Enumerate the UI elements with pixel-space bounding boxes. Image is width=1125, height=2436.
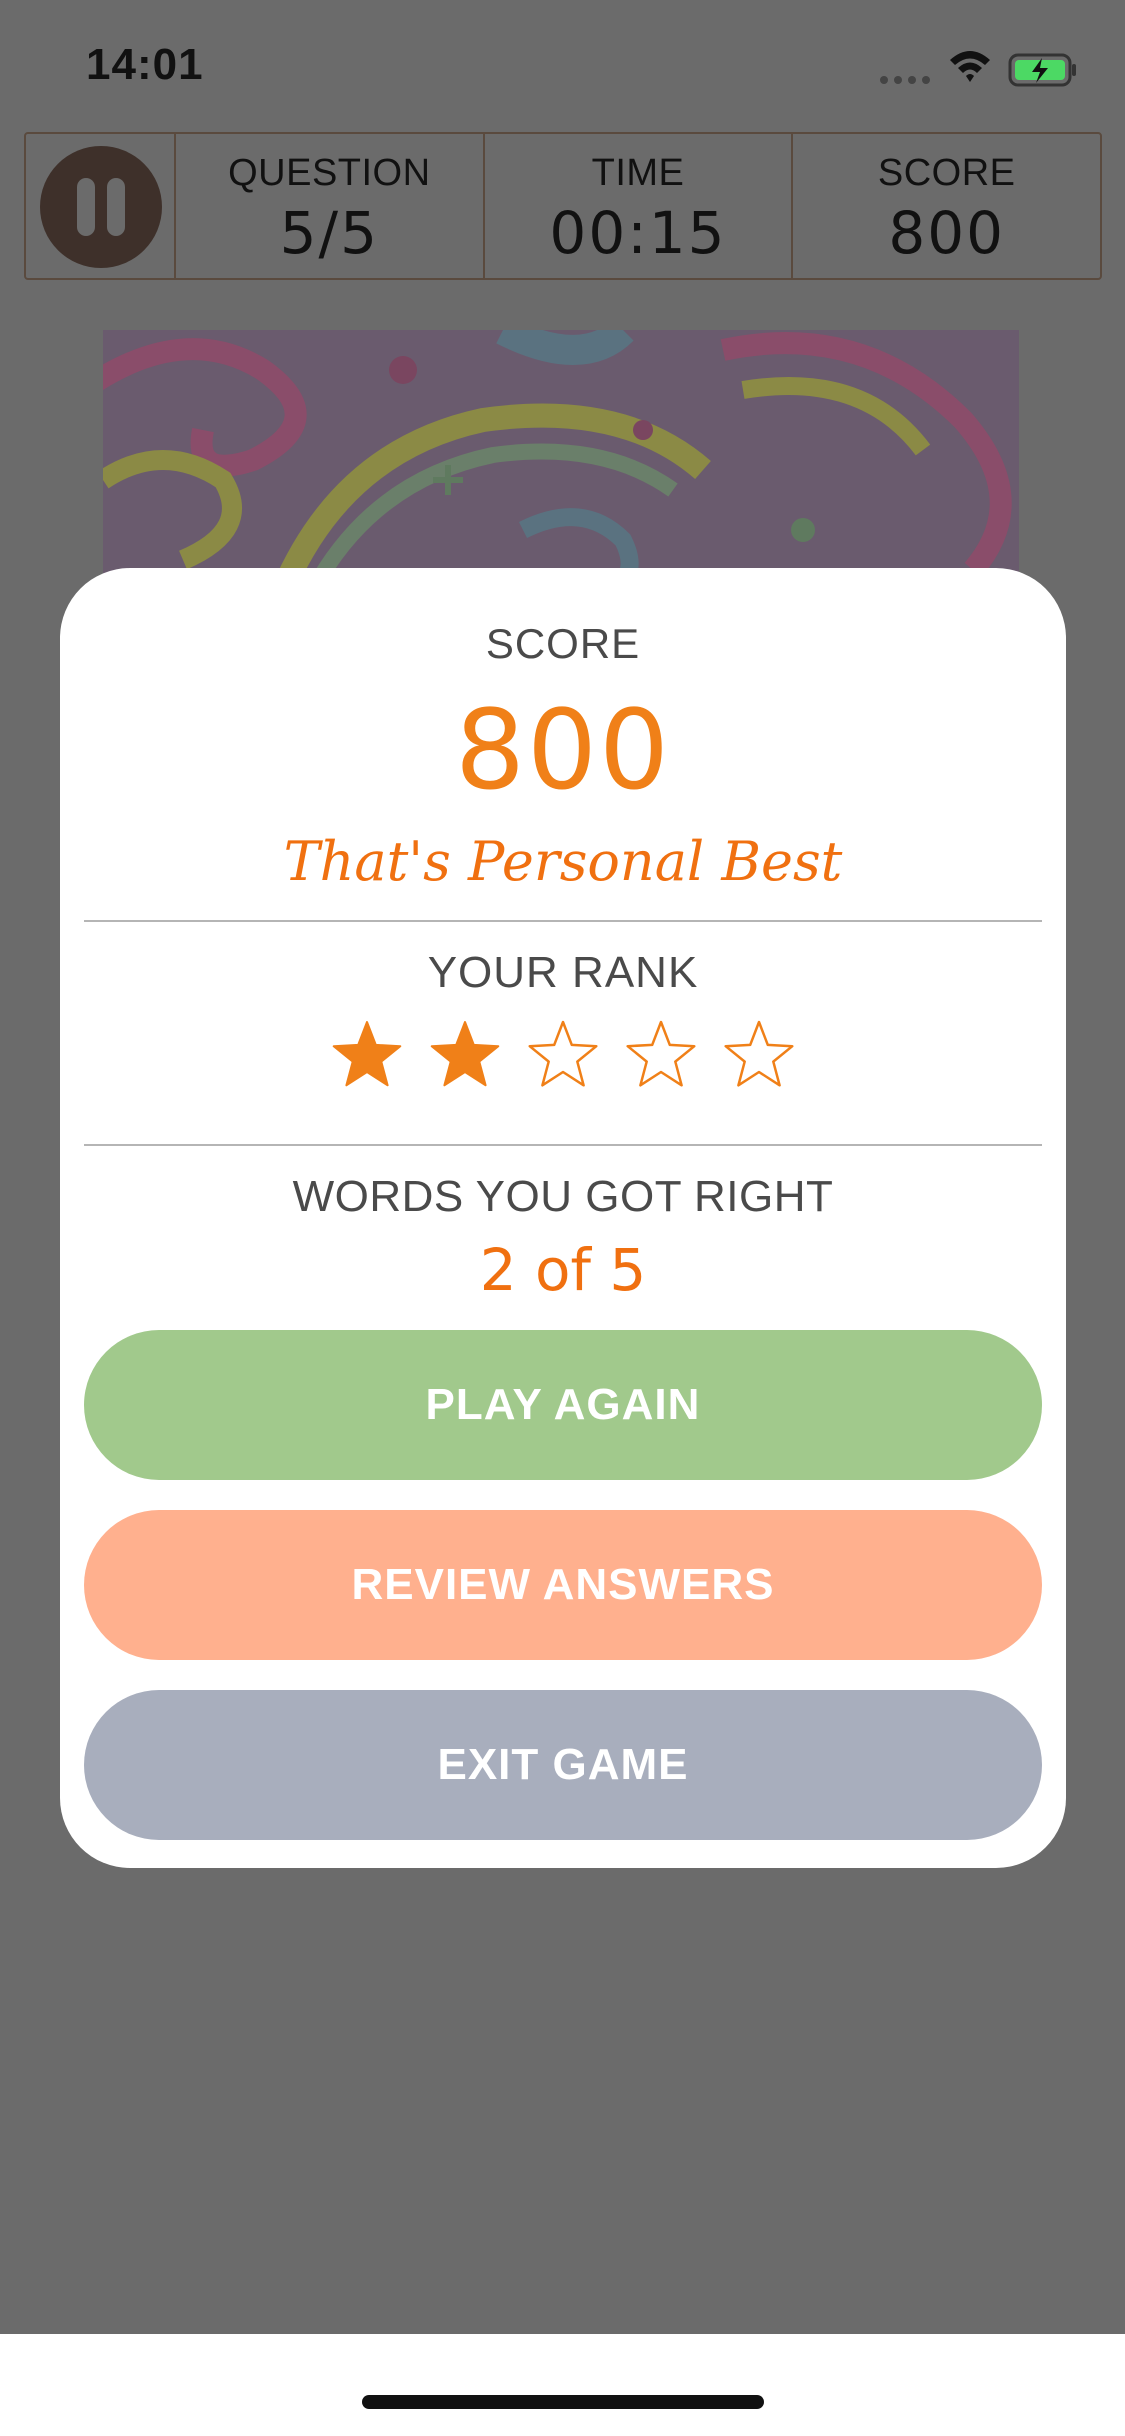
score-value: 800	[888, 199, 1006, 267]
time-value: 00:15	[549, 199, 727, 267]
home-indicator	[362, 2395, 764, 2409]
status-time: 14:01	[86, 40, 204, 89]
personal-best-text: That's Personal Best	[283, 830, 843, 893]
wifi-icon	[950, 51, 990, 82]
words-right-value: 2 of 5	[479, 1236, 647, 1304]
star-filled-icon	[430, 1021, 500, 1087]
rank-stars	[60, 1018, 1066, 1092]
star-filled-icon	[332, 1021, 402, 1087]
question-label: QUESTION	[228, 152, 431, 194]
status-bar: 14:01	[0, 0, 1125, 130]
divider	[84, 920, 1042, 922]
divider	[84, 1144, 1042, 1146]
review-answers-button[interactable]: REVIEW ANSWERS	[84, 1510, 1042, 1660]
game-hud: QUESTION 5/5 TIME 00:15 SCORE 800	[24, 132, 1102, 280]
exit-game-button[interactable]: EXIT GAME	[84, 1690, 1042, 1840]
pause-icon	[77, 178, 95, 236]
pause-cell	[26, 134, 176, 278]
time-label: TIME	[591, 152, 685, 194]
cellular-signal-icon	[880, 76, 930, 84]
question-cell: QUESTION 5/5	[176, 134, 485, 278]
star-outline-icon	[724, 1020, 794, 1087]
question-value: 5/5	[279, 199, 379, 267]
modal-score-value: 800	[455, 686, 671, 814]
score-cell: SCORE 800	[793, 134, 1100, 278]
question-image	[103, 330, 1019, 590]
results-modal: SCORE 800 That's Personal Best YOUR RANK…	[60, 568, 1066, 1868]
words-right-label: WORDS YOU GOT RIGHT	[292, 1172, 834, 1221]
star-outline-icon	[528, 1020, 598, 1087]
score-label: SCORE	[877, 152, 1016, 194]
star-outline-icon	[626, 1020, 696, 1087]
pause-button[interactable]	[40, 146, 162, 268]
rank-label: YOUR RANK	[427, 948, 699, 997]
battery-charging-icon	[1008, 53, 1076, 87]
time-cell: TIME 00:15	[485, 134, 794, 278]
modal-score-label: SCORE	[485, 620, 641, 667]
play-again-button[interactable]: PLAY AGAIN	[84, 1330, 1042, 1480]
